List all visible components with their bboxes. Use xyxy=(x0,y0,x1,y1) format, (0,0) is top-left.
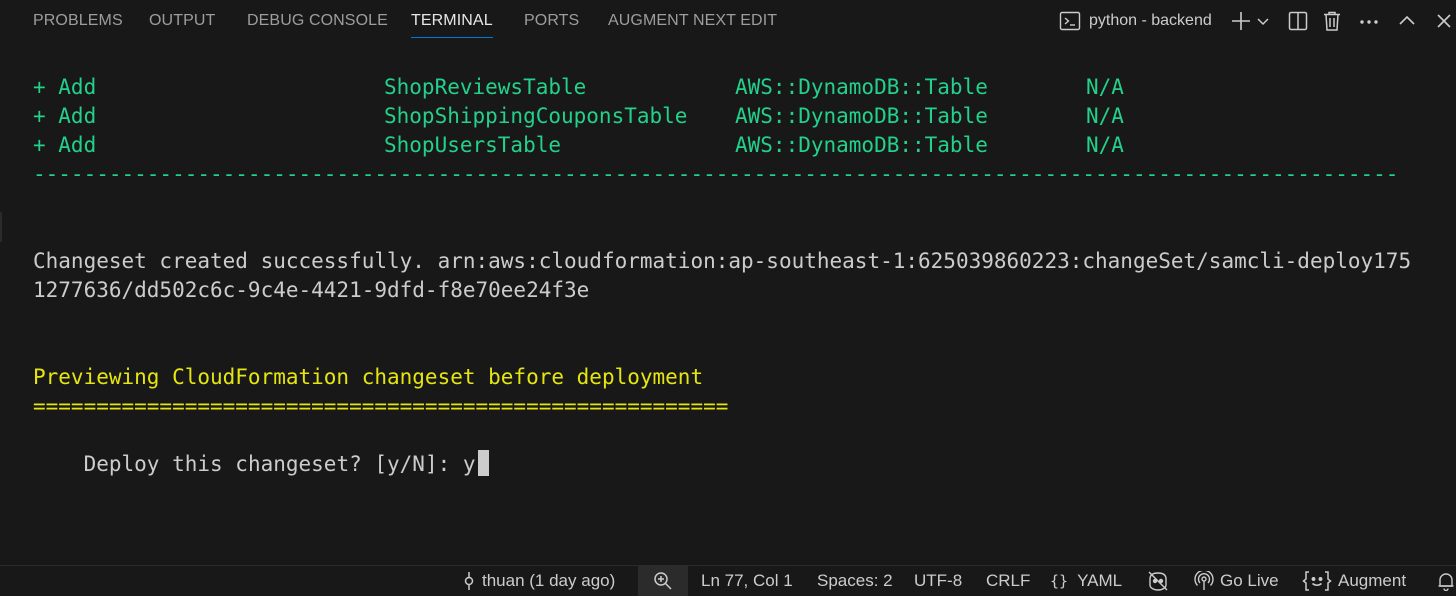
augment-text: Augment xyxy=(1338,571,1407,590)
table-row: + Add ShopShippingCouponsTable AWS::Dyna… xyxy=(33,102,1433,131)
language-mode-status[interactable]: {} YAML xyxy=(1050,566,1122,596)
more-actions-button[interactable] xyxy=(1356,0,1382,42)
eol-status[interactable]: CRLF xyxy=(986,566,1030,596)
broadcast-icon xyxy=(1194,571,1214,590)
changeset-created-line: Changeset created successfully. arn:aws:… xyxy=(33,249,1412,273)
language-mode-text: YAML xyxy=(1077,571,1123,590)
copilot-disabled-icon xyxy=(1148,571,1168,591)
augment-status[interactable]: Augment xyxy=(1302,566,1406,596)
maximize-panel-button[interactable] xyxy=(1394,0,1420,42)
split-terminal-button[interactable] xyxy=(1285,0,1311,42)
terminal-output[interactable]: + Add ShopReviewsTable AWS::DynamoDB::Ta… xyxy=(0,42,1456,565)
cursor-position-status[interactable]: Ln 77, Col 1 xyxy=(701,566,793,596)
row-resource-type: AWS::DynamoDB::Table xyxy=(735,133,988,157)
terminal-icon xyxy=(1058,9,1082,33)
prompt-input-value[interactable]: y xyxy=(463,452,476,476)
maximize-panel-icon xyxy=(1399,15,1415,25)
preview-title: Previewing CloudFormation changeset befo… xyxy=(33,365,704,389)
row-replacement: N/A xyxy=(1086,104,1124,128)
terminal-selector[interactable]: python - backend xyxy=(1058,0,1222,42)
tab-debug-console[interactable]: DEBUG CONSOLE xyxy=(247,0,388,42)
deploy-prompt: Deploy this changeset? [y/N]: xyxy=(83,452,463,476)
encoding-status[interactable]: UTF-8 xyxy=(914,566,962,596)
tab-output[interactable]: OUTPUT xyxy=(149,0,215,42)
status-bar: thuan (1 day ago) Ln 77, Col 1 Spaces: 2… xyxy=(0,565,1456,596)
git-blame-text: thuan (1 day ago) xyxy=(482,571,616,590)
git-commit-icon xyxy=(464,572,474,590)
split-terminal-icon xyxy=(1288,11,1308,31)
copilot-status[interactable] xyxy=(1146,566,1176,596)
row-replacement: N/A xyxy=(1086,133,1124,157)
zoom-icon xyxy=(654,572,672,590)
row-operation: + Add xyxy=(33,133,97,157)
braces-icon: {} xyxy=(1050,572,1069,590)
more-actions-icon xyxy=(1360,20,1378,24)
table-row: + Add ShopReviewsTable AWS::DynamoDB::Ta… xyxy=(33,73,1433,102)
row-logical-id: ShopReviewsTable xyxy=(384,75,587,99)
terminal-scroll-marker xyxy=(0,212,2,242)
close-panel-icon xyxy=(1437,14,1451,28)
indentation-status[interactable]: Spaces: 2 xyxy=(817,566,893,596)
go-live-status[interactable]: Go Live xyxy=(1194,566,1279,596)
new-terminal-button[interactable] xyxy=(1228,0,1254,42)
augment-icon xyxy=(1302,571,1332,591)
zoom-button[interactable] xyxy=(638,566,688,596)
row-operation: + Add xyxy=(33,104,97,128)
new-terminal-icon xyxy=(1232,12,1250,30)
chevron-down-icon xyxy=(1257,18,1269,26)
close-panel-button[interactable] xyxy=(1432,0,1456,42)
row-operation: + Add xyxy=(33,75,97,99)
row-logical-id: ShopShippingCouponsTable xyxy=(384,104,688,128)
row-resource-type: AWS::DynamoDB::Table xyxy=(735,104,988,128)
tab-augment-next-edit[interactable]: AUGMENT NEXT EDIT xyxy=(608,0,777,42)
panel-header: PROBLEMS OUTPUT DEBUG CONSOLE TERMINAL P… xyxy=(0,0,1456,42)
notifications-button[interactable] xyxy=(1436,566,1456,596)
row-replacement: N/A xyxy=(1086,75,1124,99)
launch-profile-button[interactable] xyxy=(1254,0,1272,42)
git-blame-status[interactable]: thuan (1 day ago) xyxy=(462,566,615,596)
terminal-cursor xyxy=(477,450,489,476)
go-live-text: Go Live xyxy=(1220,571,1279,590)
tab-ports[interactable]: PORTS xyxy=(524,0,579,42)
terminal-name: python - backend xyxy=(1089,12,1212,29)
row-resource-type: AWS::DynamoDB::Table xyxy=(735,75,988,99)
equals-separator: ========================================… xyxy=(33,394,729,418)
dash-separator: ----------------------------------------… xyxy=(33,162,1397,186)
deploy-prompt-line[interactable]: Deploy this changeset? [y/N]: y xyxy=(33,421,489,476)
row-logical-id: ShopUsersTable xyxy=(384,133,562,157)
trash-icon xyxy=(1324,11,1340,31)
tab-terminal[interactable]: TERMINAL xyxy=(411,0,493,42)
table-row: + Add ShopUsersTable AWS::DynamoDB::Tabl… xyxy=(33,131,1433,160)
kill-terminal-button[interactable] xyxy=(1320,0,1344,42)
tab-problems[interactable]: PROBLEMS xyxy=(33,0,123,42)
notification-bell-icon xyxy=(1438,573,1454,591)
changeset-arn-continuation: 1277636/dd502c6c-9c4e-4421-9dfd-f8e70ee2… xyxy=(33,278,590,302)
